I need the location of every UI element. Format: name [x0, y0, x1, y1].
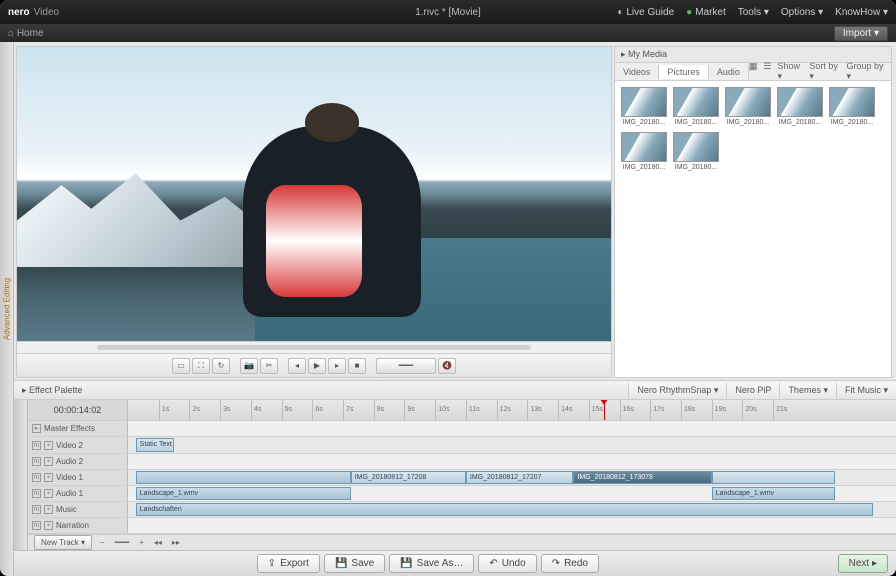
tools-menu[interactable]: Tools ▾ — [738, 7, 769, 18]
view-list-icon[interactable]: ☰ — [763, 61, 771, 82]
save-button[interactable]: 💾Save — [324, 554, 385, 573]
clip[interactable]: IMG_20180812_17207 — [466, 471, 574, 484]
express-strip[interactable] — [14, 400, 28, 550]
clip[interactable]: Landscape_1.wmv — [136, 487, 351, 500]
tab-themes[interactable]: Themes ▾ — [779, 383, 836, 398]
volume-slider[interactable]: ━━━ — [376, 358, 436, 374]
mode-strip[interactable]: Advanced Editing — [0, 42, 14, 576]
mute-icon[interactable]: m — [32, 457, 41, 466]
clip-selected[interactable]: IMG_20180812_173078 — [573, 471, 711, 484]
brand: neroVideo — [8, 7, 59, 18]
media-grid: IMG_20180... IMG_20180... IMG_20180... I… — [615, 81, 891, 377]
clip[interactable]: IMG_20180812_17208 — [351, 471, 466, 484]
snapshot-button[interactable]: 📷 — [240, 358, 258, 374]
bottom-bar: ⇪Export 💾Save 💾Save As… ↶Undo ↷Redo Next… — [14, 550, 896, 576]
lock-icon[interactable]: ▪ — [44, 473, 53, 482]
tab-pictures[interactable]: Pictures — [659, 65, 709, 79]
new-track-button[interactable]: New Track ▾ — [34, 535, 92, 550]
media-thumb[interactable]: IMG_20180... — [725, 87, 771, 126]
play-button[interactable]: ▶ — [308, 358, 326, 374]
home-button[interactable]: ⌂ Home — [8, 28, 44, 39]
undo-button[interactable]: ↶Undo — [478, 554, 536, 573]
zoom-slider[interactable]: ━━━ — [113, 538, 131, 547]
mute-icon[interactable]: m — [32, 441, 41, 450]
fullscreen-button[interactable]: ⛶ — [192, 358, 210, 374]
media-thumb[interactable]: IMG_20180... — [621, 87, 667, 126]
timeline: 00:00:14:02 1s 2s 3s 4s 5s 6s 7s 8s 9s — [14, 400, 896, 550]
import-button[interactable]: Import ▾ — [834, 26, 888, 41]
live-guide-toggle[interactable]: ◐ Live Guide — [618, 7, 675, 18]
project-title: 1.nvc * [Movie] — [415, 7, 481, 18]
mute-icon[interactable]: m — [32, 489, 41, 498]
media-thumb[interactable]: IMG_20180... — [621, 132, 667, 171]
next-button[interactable]: Next ▸ — [838, 554, 888, 573]
mute-icon[interactable]: m — [32, 473, 41, 482]
preview-panel: ▭ ⛶ ↻ 📷 ✂ ◂ ▶ ▸ ■ ━━━ 🔇 — [16, 46, 612, 378]
save-icon: 💾 — [335, 558, 347, 569]
knowhow-menu[interactable]: KnowHow ▾ — [835, 7, 888, 18]
media-panel: ▸ My Media Videos Pictures Audio ▦ ☰ Sho… — [614, 46, 892, 378]
cut-button[interactable]: ✂ — [260, 358, 278, 374]
effect-palette-toggle[interactable]: ▸ Effect Palette — [14, 385, 90, 396]
redo-icon: ↷ — [552, 558, 560, 569]
track-toggle-icon[interactable]: ▸ — [32, 424, 41, 433]
home-bar: ⌂ Home Import ▾ — [0, 24, 896, 42]
media-thumb[interactable]: IMG_20180... — [829, 87, 875, 126]
options-menu[interactable]: Options ▾ — [781, 7, 823, 18]
tab-fitmusic[interactable]: Fit Music ▾ — [836, 383, 896, 398]
view-grid-icon[interactable]: ▦ — [749, 61, 758, 82]
lock-icon[interactable]: ▪ — [44, 489, 53, 498]
undo-icon: ↶ — [489, 558, 497, 569]
prev-frame-button[interactable]: ◂ — [288, 358, 306, 374]
palette-row: ▸ Effect Palette Nero RhythmSnap ▾ Nero … — [14, 380, 896, 400]
mute-icon[interactable]: m — [32, 521, 41, 530]
sort-menu[interactable]: Sort by ▾ — [809, 61, 840, 82]
loop-button[interactable]: ↻ — [212, 358, 230, 374]
mute-icon[interactable]: m — [32, 505, 41, 514]
zoom-in-icon[interactable]: + — [137, 538, 146, 547]
title-bar: neroVideo 1.nvc * [Movie] ◐ Live Guide M… — [0, 0, 896, 24]
media-thumb[interactable]: IMG_20180... — [777, 87, 823, 126]
clip[interactable] — [136, 471, 351, 484]
mute-button[interactable]: 🔇 — [438, 358, 456, 374]
stop-button[interactable]: ■ — [348, 358, 366, 374]
lock-icon[interactable]: ▪ — [44, 521, 53, 530]
media-thumb[interactable]: IMG_20180... — [673, 132, 719, 171]
timecode[interactable]: 00:00:14:02 — [28, 400, 128, 420]
media-thumb[interactable]: IMG_20180... — [673, 87, 719, 126]
next-frame-button[interactable]: ▸ — [328, 358, 346, 374]
clip[interactable] — [712, 471, 835, 484]
lock-icon[interactable]: ▪ — [44, 505, 53, 514]
redo-button[interactable]: ↷Redo — [541, 554, 599, 573]
clip[interactable]: Landschaften — [136, 503, 873, 516]
preview-scrubber[interactable] — [17, 341, 611, 353]
preview-canvas[interactable] — [17, 47, 611, 341]
save-as-icon: 💾 — [400, 558, 412, 569]
time-ruler[interactable]: 1s 2s 3s 4s 5s 6s 7s 8s 9s 10s 11s 12s — [128, 400, 896, 420]
playhead[interactable] — [604, 400, 605, 420]
show-menu[interactable]: Show ▾ — [778, 61, 804, 82]
export-button[interactable]: ⇪Export — [257, 554, 320, 573]
market-link[interactable]: Market — [686, 7, 726, 18]
export-icon: ⇪ — [268, 558, 276, 569]
scroll-right-icon[interactable]: ▸▸ — [170, 538, 182, 547]
scroll-left-icon[interactable]: ◂◂ — [152, 538, 164, 547]
save-as-button[interactable]: 💾Save As… — [389, 554, 474, 573]
lock-icon[interactable]: ▪ — [44, 441, 53, 450]
group-menu[interactable]: Group by ▾ — [846, 61, 885, 82]
zoom-out-icon[interactable]: − — [98, 538, 107, 547]
clip[interactable]: Static Text — [136, 438, 174, 451]
tab-rhythmsnap[interactable]: Nero RhythmSnap ▾ — [628, 383, 726, 398]
clip[interactable]: Landscape_1.wmv — [712, 487, 835, 500]
lock-icon[interactable]: ▪ — [44, 457, 53, 466]
tab-videos[interactable]: Videos — [615, 65, 659, 79]
transport-bar: ▭ ⛶ ↻ 📷 ✂ ◂ ▶ ▸ ■ ━━━ 🔇 — [17, 353, 611, 377]
tab-audio[interactable]: Audio — [709, 65, 749, 79]
fit-button[interactable]: ▭ — [172, 358, 190, 374]
tab-pip[interactable]: Nero PiP — [726, 383, 779, 398]
